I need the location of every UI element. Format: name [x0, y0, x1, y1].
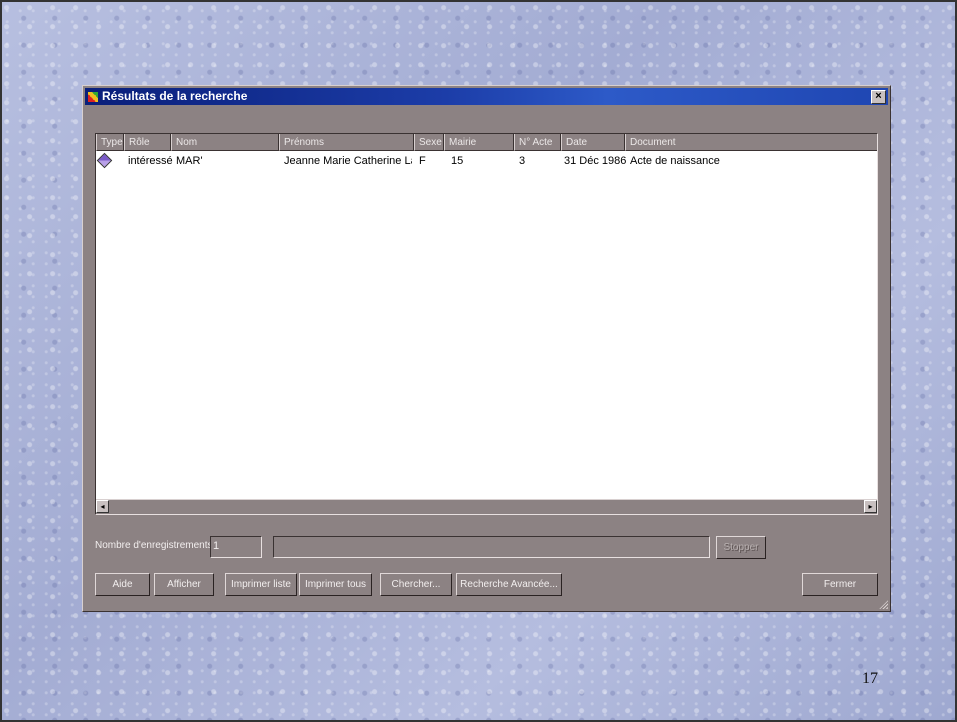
column-header-mairie[interactable]: Mairie [444, 134, 514, 151]
app-icon [88, 92, 98, 102]
column-header-document[interactable]: Document [625, 134, 877, 151]
cell-acte: 3 [519, 155, 526, 167]
cell-prenoms: Jeanne Marie Catherine La... [284, 155, 412, 167]
slide-page-number: 17 [862, 670, 878, 687]
scroll-right-icon[interactable]: ▸ [864, 500, 877, 513]
cell-document: Acte de naissance [630, 155, 720, 167]
progress-bar [273, 536, 710, 558]
horizontal-scrollbar[interactable]: ◂ ▸ [96, 499, 877, 514]
column-header-role[interactable]: Rôle [124, 134, 171, 151]
stop-button[interactable]: Stopper [716, 536, 766, 559]
column-header-type[interactable]: Type [96, 134, 124, 151]
column-header-date[interactable]: Date [561, 134, 625, 151]
resize-grip-icon[interactable] [878, 599, 888, 609]
column-header-sexe[interactable]: Sexe [414, 134, 444, 151]
record-icon [96, 152, 113, 169]
close-button[interactable]: × [871, 90, 886, 104]
cell-sexe: F [419, 155, 426, 167]
search-results-window: Résultats de la recherche × Type Rôle No… [82, 85, 891, 612]
cell-date: 31 Déc 1986 [564, 155, 627, 167]
advanced-search-button[interactable]: Recherche Avancée... [456, 573, 562, 596]
cell-mairie: 15 [451, 155, 464, 167]
column-header-acte[interactable]: N° Acte [514, 134, 561, 151]
display-button[interactable]: Afficher [154, 573, 214, 596]
print-list-button[interactable]: Imprimer liste [225, 573, 297, 596]
print-all-button[interactable]: Imprimer tous [299, 573, 372, 596]
title-bar[interactable]: Résultats de la recherche × [85, 88, 888, 105]
record-count-label: Nombre d'enregistrements : [95, 540, 219, 551]
close-dialog-button[interactable]: Fermer [802, 573, 878, 596]
scroll-left-icon[interactable]: ◂ [96, 500, 109, 513]
list-header: Type Rôle Nom Prénoms Sexe Mairie N° Act… [96, 134, 877, 151]
column-header-prenoms[interactable]: Prénoms [279, 134, 414, 151]
cell-role: intéressé [128, 155, 173, 167]
column-header-nom[interactable]: Nom [171, 134, 279, 151]
cell-nom: MAR' [176, 155, 203, 167]
table-row[interactable]: intéressé MAR' Jeanne Marie Catherine La… [96, 152, 877, 169]
record-count-field: 1 [210, 536, 262, 558]
search-button[interactable]: Chercher... [380, 573, 452, 596]
window-title: Résultats de la recherche [102, 89, 248, 103]
results-list[interactable]: Type Rôle Nom Prénoms Sexe Mairie N° Act… [95, 133, 878, 515]
slide-background: Résultats de la recherche × Type Rôle No… [0, 0, 957, 722]
help-button[interactable]: Aide [95, 573, 150, 596]
